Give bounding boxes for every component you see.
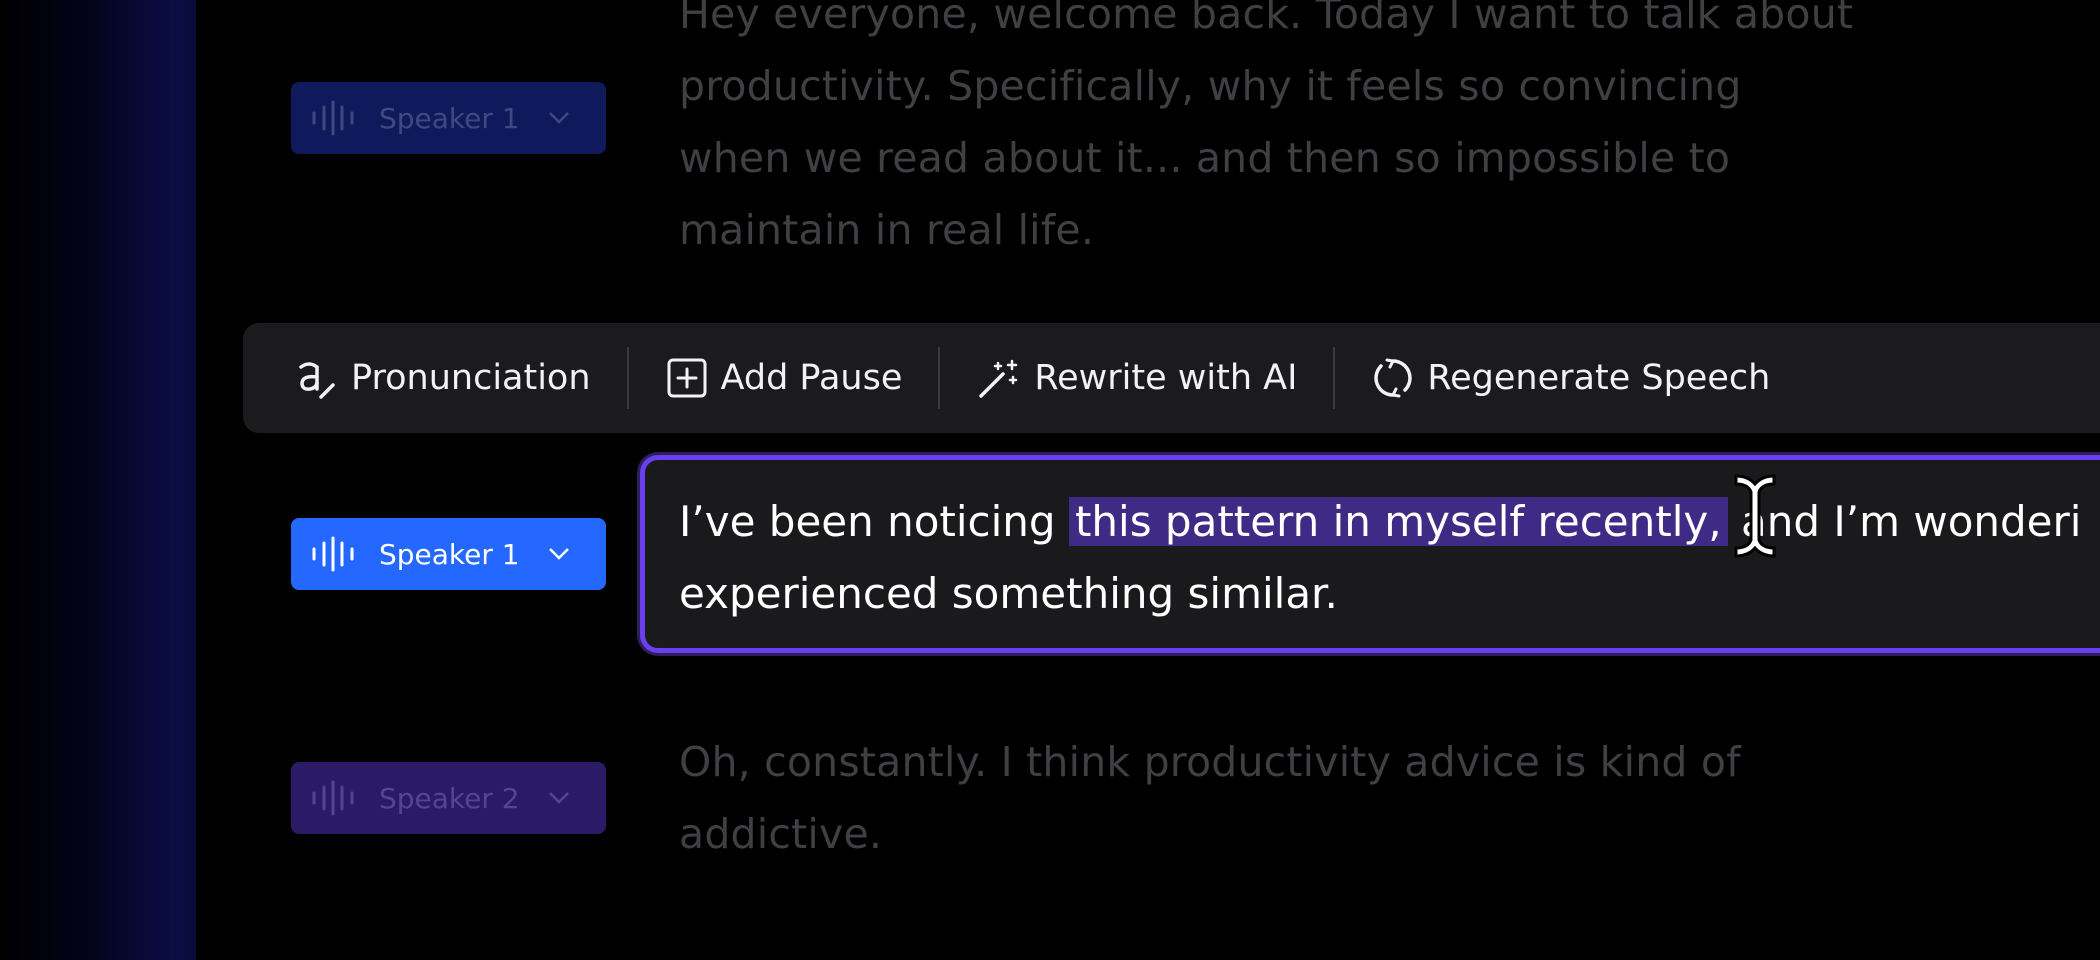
editor-line-2: experienced something similar. — [679, 569, 1338, 618]
regenerate-label: Regenerate Speech — [1427, 358, 1771, 398]
editor-line-1: I’ve been noticing this pattern in mysel… — [679, 486, 2100, 558]
text-cursor-icon — [1734, 474, 1776, 558]
speaker-label: Speaker 1 — [379, 537, 520, 571]
pronunciation-label: Pronunciation — [351, 358, 591, 398]
app-stage: Speaker 1 Hey everyone, welcome back. To… — [0, 0, 2100, 960]
speaker-selector-segment-2[interactable]: Speaker 1 — [291, 518, 606, 590]
regenerate-speech-button[interactable]: Regenerate Speech — [1371, 323, 1770, 433]
selected-text[interactable]: this pattern in myself recently, — [1068, 497, 1728, 546]
pronunciation-button[interactable]: Pronunciation — [293, 323, 591, 433]
magic-wand-icon — [979, 359, 1018, 398]
left-sidebar-gradient — [0, 0, 196, 960]
speaker-selector-segment-1[interactable]: Speaker 1 — [291, 82, 606, 154]
segment-text-editor[interactable]: I’ve been noticing this pattern in mysel… — [640, 455, 2100, 653]
toolbar-divider — [1333, 347, 1336, 409]
toolbar-divider — [626, 347, 629, 409]
segment-text-1[interactable]: Hey everyone, welcome back. Today I want… — [679, 0, 1859, 266]
chevron-down-icon — [548, 792, 569, 804]
speaker-label: Speaker 2 — [379, 781, 520, 815]
waveform-icon — [312, 536, 354, 572]
waveform-icon — [312, 780, 354, 816]
toolbar-divider — [938, 347, 941, 409]
rewrite-label: Rewrite with AI — [1034, 358, 1298, 398]
chevron-down-icon — [548, 112, 569, 124]
text-before-selection: I’ve been noticing — [679, 497, 1069, 546]
pronunciation-icon — [299, 362, 335, 399]
rewrite-with-ai-button[interactable]: Rewrite with AI — [976, 323, 1297, 433]
add-pause-button[interactable]: Add Pause — [665, 323, 903, 433]
plus-square-icon — [667, 358, 707, 398]
speaker-selector-segment-3[interactable]: Speaker 2 — [291, 762, 606, 834]
segment-toolbar: Pronunciation Add Pause Rewrite with AI — [243, 323, 2100, 433]
chevron-down-icon — [548, 548, 569, 560]
refresh-icon — [1374, 358, 1413, 398]
add-pause-label: Add Pause — [720, 358, 903, 398]
segment-text-3[interactable]: Oh, constantly. I think productivity adv… — [679, 726, 1859, 870]
speaker-label: Speaker 1 — [379, 101, 520, 135]
waveform-icon — [312, 100, 354, 136]
